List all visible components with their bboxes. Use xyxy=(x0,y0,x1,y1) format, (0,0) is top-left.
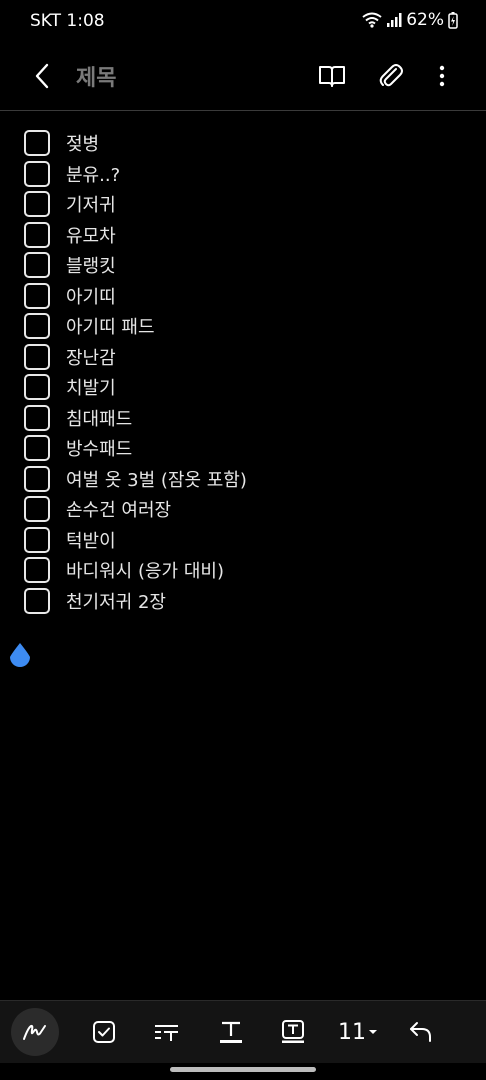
checkbox[interactable] xyxy=(24,221,50,248)
checkbox[interactable] xyxy=(24,465,50,492)
checklist-item[interactable]: 블랭킷 xyxy=(24,250,247,281)
checkbox[interactable] xyxy=(24,557,50,584)
checklist-item-label: 아기띠 패드 xyxy=(66,317,155,339)
carrier-time: SKT 1:08 xyxy=(30,11,105,31)
status-bar: SKT 1:08 62% xyxy=(0,0,486,44)
checklist-item-label: 바디워시 (응가 대비) xyxy=(66,561,224,583)
paperclip-icon xyxy=(379,64,403,87)
page-title[interactable]: 제목 xyxy=(76,60,116,92)
undo-icon xyxy=(410,1022,431,1042)
checkbox[interactable] xyxy=(24,496,50,523)
cursor-handle[interactable] xyxy=(8,642,32,668)
checklist-item-label: 천기저귀 2장 xyxy=(66,591,166,613)
checkbox[interactable] xyxy=(24,191,50,218)
checklist-item[interactable]: 치발기 xyxy=(24,372,247,403)
paragraph-style-button[interactable] xyxy=(143,1009,189,1055)
checklist-item-label: 기저귀 xyxy=(66,195,116,217)
checkbox[interactable] xyxy=(24,374,50,401)
battery-charging-icon xyxy=(448,11,458,29)
checklist-item-label: 침대패드 xyxy=(66,408,133,430)
more-vertical-icon xyxy=(439,65,445,87)
checklist-item[interactable]: 천기저귀 2장 xyxy=(24,586,247,617)
caret-down-icon xyxy=(369,1030,377,1034)
checkbox-button[interactable] xyxy=(81,1009,127,1055)
checklist-item[interactable]: 유모차 xyxy=(24,220,247,251)
pen-icon xyxy=(23,1024,46,1040)
checklist-item-label: 아기띠 xyxy=(66,286,116,308)
bottom-toolbar: 11 xyxy=(0,1000,486,1063)
status-icons: 62% xyxy=(362,10,458,30)
checklist-item-label: 유모차 xyxy=(66,225,116,247)
back-button[interactable] xyxy=(24,58,60,94)
signal-icon xyxy=(386,12,402,28)
checkbox[interactable] xyxy=(24,313,50,340)
checkbox[interactable] xyxy=(24,404,50,431)
attach-button[interactable] xyxy=(373,58,409,94)
text-format-icon xyxy=(155,1025,178,1041)
header-divider xyxy=(0,110,486,111)
more-options-button[interactable] xyxy=(424,58,460,94)
pen-mode-button[interactable] xyxy=(11,1008,59,1056)
checklist-item-label: 블랭킷 xyxy=(66,256,116,278)
undo-button[interactable] xyxy=(398,1009,444,1055)
font-size-value: 11 xyxy=(338,1019,366,1045)
battery-text: 62% xyxy=(406,10,444,30)
book-icon xyxy=(319,66,345,87)
checklist-item-label: 분유..? xyxy=(66,164,121,186)
checkbox[interactable] xyxy=(24,282,50,309)
checklist-item[interactable]: 기저귀 xyxy=(24,189,247,220)
checklist-item[interactable]: 분유..? xyxy=(24,159,247,190)
reading-mode-button[interactable] xyxy=(314,58,350,94)
checkbox[interactable] xyxy=(24,130,50,157)
text-background-icon xyxy=(282,1020,304,1043)
checklist-item[interactable]: 아기띠 xyxy=(24,281,247,312)
checklist-item-label: 손수건 여러장 xyxy=(66,500,172,522)
checklist-item-label: 턱받이 xyxy=(66,530,116,552)
text-background-button[interactable] xyxy=(270,1009,316,1055)
app-bar: 제목 xyxy=(0,44,486,110)
checkbox-icon xyxy=(93,1021,115,1043)
checklist-item-label: 치발기 xyxy=(66,378,116,400)
home-indicator[interactable] xyxy=(170,1067,316,1072)
checklist-item[interactable]: 여벌 옷 3벌 (잠옷 포함) xyxy=(24,464,247,495)
checklist-item[interactable]: 장난감 xyxy=(24,342,247,373)
checklist-item[interactable]: 방수패드 xyxy=(24,433,247,464)
checklist-item-label: 장난감 xyxy=(66,347,116,369)
drop-handle-icon xyxy=(10,643,30,667)
wifi-icon xyxy=(362,12,382,28)
checklist-item[interactable]: 손수건 여러장 xyxy=(24,494,247,525)
checkbox[interactable] xyxy=(24,526,50,553)
checklist-item[interactable]: 턱받이 xyxy=(24,525,247,556)
checklist-item-label: 방수패드 xyxy=(66,439,133,461)
checkbox[interactable] xyxy=(24,343,50,370)
font-size-control: 11 xyxy=(338,1020,378,1045)
chevron-left-icon xyxy=(35,63,49,89)
checkbox[interactable] xyxy=(24,160,50,187)
checkbox[interactable] xyxy=(24,252,50,279)
checkbox[interactable] xyxy=(24,435,50,462)
text-color-icon xyxy=(220,1021,242,1043)
text-color-button[interactable] xyxy=(208,1009,254,1055)
checklist: 젖병분유..? 기저귀유모차블랭킷아기띠아기띠 패드장난감치발기침대패드방수패드여… xyxy=(24,128,247,616)
checklist-item-label: 젖병 xyxy=(66,134,100,156)
font-size-dropdown[interactable]: 11 xyxy=(332,1009,384,1055)
checklist-item[interactable]: 젖병 xyxy=(24,128,247,159)
checkbox[interactable] xyxy=(24,587,50,614)
checklist-item[interactable]: 바디워시 (응가 대비) xyxy=(24,555,247,586)
checklist-item[interactable]: 아기띠 패드 xyxy=(24,311,247,342)
checklist-item-label: 여벌 옷 3벌 (잠옷 포함) xyxy=(66,469,247,491)
checklist-item[interactable]: 침대패드 xyxy=(24,403,247,434)
